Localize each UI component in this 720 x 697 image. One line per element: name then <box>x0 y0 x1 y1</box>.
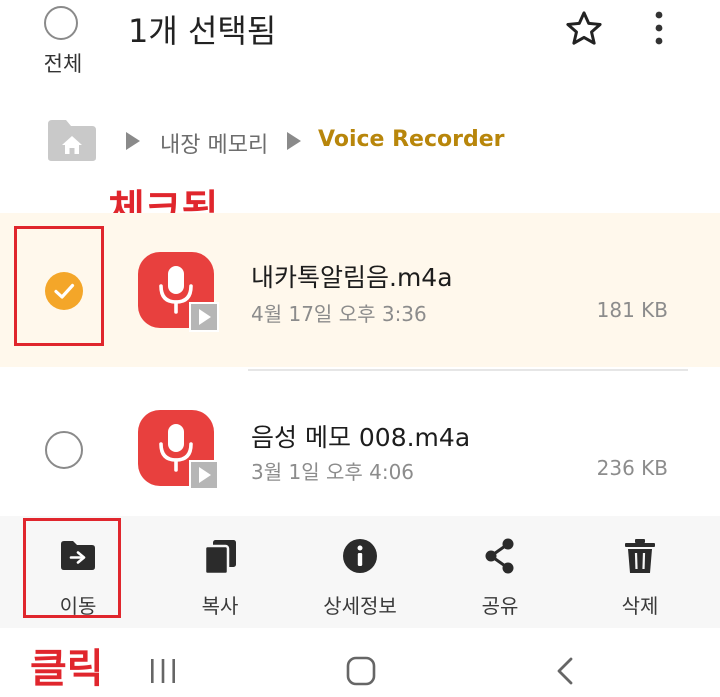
recent-apps-icon[interactable] <box>148 657 178 685</box>
annotation-highlight-box <box>23 518 121 618</box>
checkmark-icon <box>54 283 75 299</box>
home-folder-icon[interactable] <box>46 118 98 162</box>
info-icon <box>343 539 377 573</box>
share-button[interactable]: 공유 <box>445 536 555 619</box>
trash-icon <box>625 539 655 573</box>
details-button[interactable]: 상세정보 <box>305 536 415 619</box>
file-name: 음성 메모 008.m4a <box>251 423 471 452</box>
delete-button[interactable]: 삭제 <box>585 536 695 619</box>
breadcrumb-item-internal-storage[interactable]: 내장 메모리 <box>160 127 268 159</box>
details-label: 상세정보 <box>323 594 397 618</box>
breadcrumb-separator-icon <box>287 132 301 150</box>
file-checkbox[interactable] <box>45 272 83 310</box>
copy-label: 복사 <box>201 594 239 618</box>
copy-icon <box>203 540 236 576</box>
file-size: 236 KB <box>596 456 668 480</box>
delete-label: 삭제 <box>621 594 659 618</box>
select-all-checkbox[interactable] <box>44 6 78 40</box>
play-badge-icon <box>189 460 219 490</box>
copy-button[interactable]: 복사 <box>165 536 275 619</box>
page-title: 1개 선택됨 <box>128 12 277 50</box>
file-name: 내카톡알림음.m4a <box>251 263 453 292</box>
breadcrumb-separator-icon <box>126 132 140 150</box>
file-checkbox[interactable] <box>45 431 83 469</box>
home-icon[interactable] <box>345 655 377 687</box>
file-date: 3월 1일 오후 4:06 <box>251 460 415 484</box>
select-all-label: 전체 <box>43 52 83 76</box>
file-date: 4월 17일 오후 3:36 <box>251 302 427 326</box>
play-badge-icon <box>189 302 219 332</box>
more-options-icon[interactable] <box>650 10 668 46</box>
share-label: 공유 <box>481 594 519 618</box>
back-icon[interactable] <box>554 656 576 686</box>
annotation-click-label: 클릭 <box>30 646 104 692</box>
row-divider <box>248 369 688 371</box>
star-icon[interactable] <box>563 8 605 50</box>
share-icon <box>485 538 514 574</box>
breadcrumb-item-current[interactable]: Voice Recorder <box>318 127 504 152</box>
file-size: 181 KB <box>596 298 668 322</box>
